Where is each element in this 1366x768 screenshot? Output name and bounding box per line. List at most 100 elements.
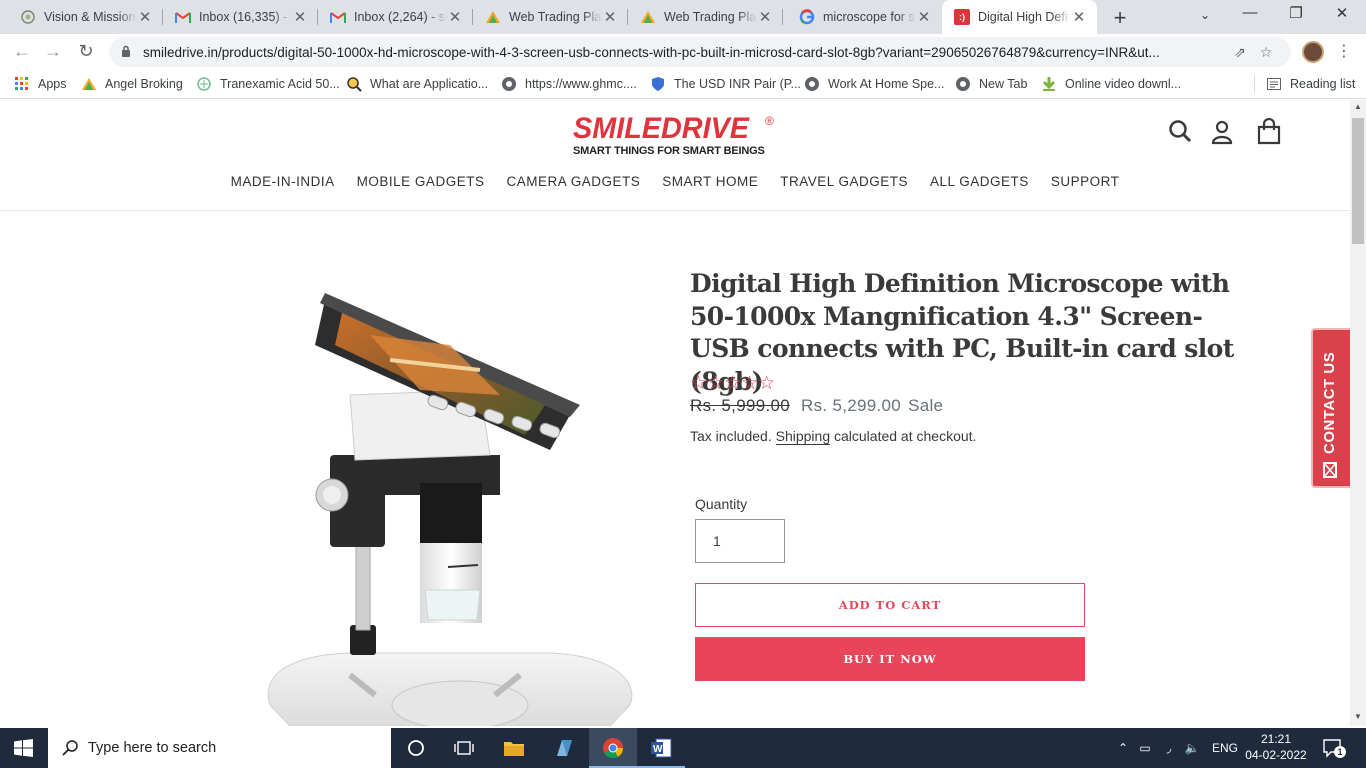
tab-title: Digital High Defi [978,10,1068,24]
rating-stars[interactable]: ☆☆☆☆☆ [690,372,775,395]
menu-kebab-icon[interactable]: ⋮ [1336,41,1352,61]
reading-list-button[interactable]: Reading list [1266,76,1355,92]
clock[interactable]: 21:21 04-02-2022 [1240,731,1312,763]
browser-tab[interactable]: Web Trading Plat ✕ [473,0,628,34]
browser-tab[interactable]: Inbox (16,335) - e ✕ [163,0,318,34]
scrollbar-thumb[interactable] [1352,118,1364,244]
close-icon[interactable]: ✕ [602,8,618,26]
gmail-icon [330,9,346,25]
app-blue-icon[interactable] [540,728,588,768]
bookmarks-bar: Apps Angel Broking Tranexamic Acid 50...… [0,71,1366,99]
bookmark-item[interactable]: New Tab [955,76,1027,92]
gmail-icon [175,9,191,25]
old-price: Rs. 5,999.00 [690,396,790,415]
quantity-input[interactable]: 1 [695,519,785,563]
task-view-icon[interactable] [440,728,488,768]
chrome-icon[interactable] [589,728,637,768]
browser-tab[interactable]: Inbox (2,264) - sc ✕ [318,0,473,34]
bookmark-item[interactable]: https://www.ghmc.... [501,76,637,92]
back-arrow-icon[interactable]: ← [10,41,34,62]
bookmark-item[interactable]: Work At Home Spe... [804,76,944,92]
minimize-button[interactable]: — [1230,4,1270,21]
price-block: Rs. 5,999.00 Rs. 5,299.00 Sale [690,396,943,416]
sale-label: Sale [908,396,944,415]
browser-tabstrip: Vision & Mission ✕ Inbox (16,335) - e ✕ … [0,0,1366,34]
browser-tab[interactable]: Vision & Mission ✕ [8,0,163,34]
cortana-circle-icon[interactable] [392,728,440,768]
bookmark-item[interactable]: The USD INR Pair (P... [650,76,801,92]
bookmark-item[interactable]: Tranexamic Acid 50... [196,76,340,92]
close-icon[interactable]: ✕ [137,8,153,26]
nav-mobile-gadgets[interactable]: MOBILE GADGETS [357,174,485,189]
address-bar[interactable]: smiledrive.in/products/digital-50-1000x-… [109,37,1291,67]
restore-button[interactable]: ❐ [1276,4,1316,22]
bookmark-label: The USD INR Pair (P... [674,77,801,91]
globe-icon [501,76,517,92]
file-explorer-icon[interactable] [490,728,538,768]
reading-list-label: Reading list [1290,77,1356,91]
nav-camera-gadgets[interactable]: CAMERA GADGETS [506,174,640,189]
page-scrollbar[interactable]: ▲ ▼ [1350,100,1366,726]
cart-bag-icon[interactable] [1256,117,1284,146]
url-text: smiledrive.in/products/digital-50-1000x-… [143,44,1160,60]
browser-tab[interactable]: microscope for st ✕ [787,0,942,34]
bookmark-label: Apps [38,77,67,91]
shipping-link[interactable]: Shipping [775,428,831,445]
download-icon [1041,76,1057,92]
close-icon[interactable]: ✕ [916,8,932,26]
reload-icon[interactable]: ↻ [74,41,98,62]
share-icon[interactable]: ⇗ [1227,44,1253,61]
account-icon[interactable] [1209,118,1237,146]
search-icon[interactable] [1167,118,1195,146]
site-logo[interactable]: SMILEDRIVE ® SMART THINGS FOR SMART BEIN… [573,114,783,158]
profile-avatar[interactable] [1302,41,1324,63]
bookmark-apps[interactable]: Apps [14,76,67,92]
tab-title: Web Trading Plat [509,10,602,24]
nav-smart-home[interactable]: SMART HOME [662,174,758,189]
bookmark-item[interactable]: Online video downl... [1041,76,1181,92]
sale-price: Rs. 5,299.00 [801,396,902,415]
nav-travel-gadgets[interactable]: TRAVEL GADGETS [780,174,908,189]
scroll-down-arrow-icon[interactable]: ▼ [1354,712,1362,721]
taskbar-search-box[interactable]: Type here to search [48,728,391,768]
browser-tab-active[interactable]: :) Digital High Defi ✕ [942,0,1097,34]
angel-icon [81,76,97,92]
close-icon[interactable]: ✕ [757,8,773,26]
reading-list-icon [1266,76,1282,92]
tab-search-chevron-icon[interactable]: ⌄ [1185,8,1225,22]
window-close-button[interactable]: ✕ [1322,4,1362,22]
angel-icon [485,9,501,25]
new-tab-button[interactable]: + [1108,5,1132,31]
bookmark-label: https://www.ghmc.... [525,77,637,91]
nav-made-in-india[interactable]: MADE-IN-INDIA [231,174,335,189]
forward-arrow-icon[interactable]: → [41,41,65,62]
buy-it-now-button[interactable]: BUY IT NOW [695,637,1085,681]
star-bookmark-icon[interactable]: ☆ [1253,44,1279,61]
bookmark-item[interactable]: What are Applicatio... [346,76,488,92]
battery-icon[interactable]: ▭ [1132,741,1158,755]
bookmark-label: Tranexamic Acid 50... [220,77,340,91]
nav-support[interactable]: SUPPORT [1051,174,1120,189]
windows-start-icon[interactable] [14,739,34,762]
product-image[interactable] [220,265,650,726]
word-icon[interactable]: W [637,728,685,768]
close-icon[interactable]: ✕ [292,8,308,26]
tray-chevron-up-icon[interactable]: ⌃ [1114,741,1132,755]
contact-us-tab[interactable]: CONTACT US [1311,328,1350,488]
bookmark-item[interactable]: Angel Broking [81,76,183,92]
add-to-cart-button[interactable]: ADD TO CART [695,583,1085,627]
browser-toolbar: ← → ↻ smiledrive.in/products/digital-50-… [0,34,1366,71]
leaf-icon [196,76,212,92]
scroll-up-arrow-icon[interactable]: ▲ [1354,102,1362,111]
browser-tab[interactable]: Web Trading Plat ✕ [628,0,783,34]
close-icon[interactable]: ✕ [447,8,463,26]
close-icon[interactable]: ✕ [1071,8,1087,26]
volume-icon[interactable]: 🔈 [1180,741,1204,755]
bookmark-label: What are Applicatio... [370,77,489,91]
notifications-icon[interactable]: 1 [1322,738,1346,758]
nav-all-gadgets[interactable]: ALL GADGETS [930,174,1029,189]
wifi-icon[interactable]: ◞ [1158,741,1180,755]
shield-icon [650,76,666,92]
language-indicator[interactable]: ENG [1212,741,1238,755]
quantity-label: Quantity [695,496,748,512]
